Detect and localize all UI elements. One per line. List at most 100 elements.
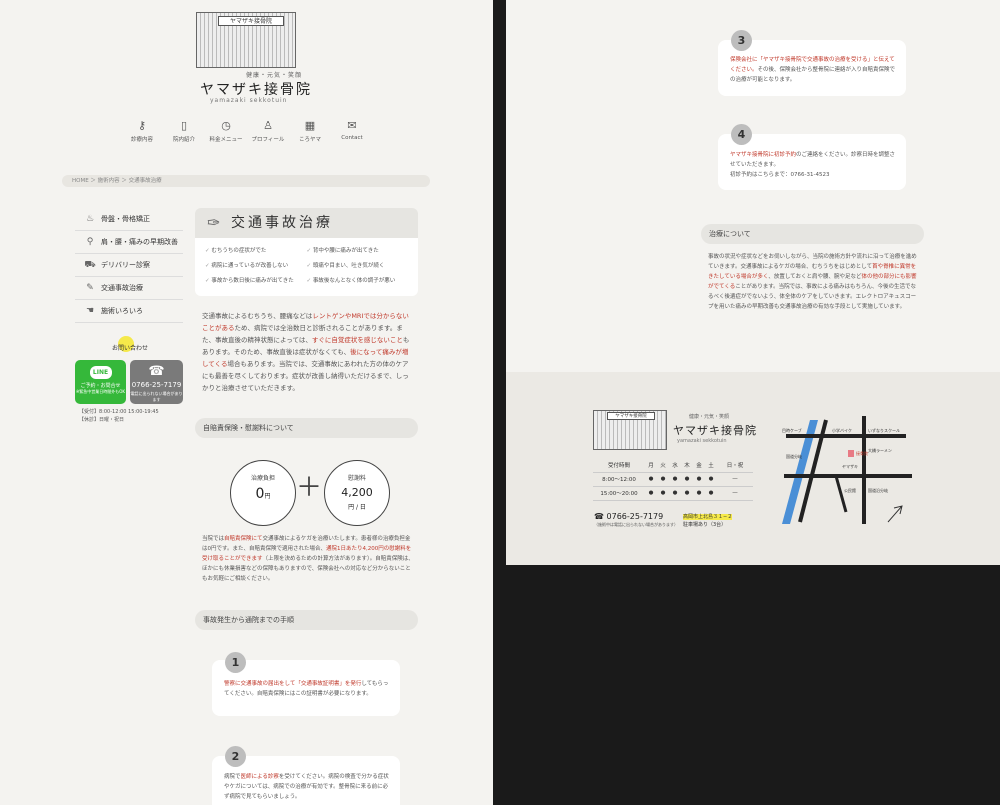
sidebar-item-various[interactable]: ☚ 施術いろいろ xyxy=(75,300,183,323)
logo-tagline: 健康・元気・笑顔 xyxy=(246,72,303,79)
global-nav: ⚷ 診療内容 ▯ 院内紹介 ◷ 料金メニュー ♙ プロフィール ▦ ころヤマ ✉ Conta… xyxy=(122,120,372,146)
nav-label: 院内紹介 xyxy=(172,137,195,143)
schedule-header: 日・祝 xyxy=(717,458,753,473)
intro-text: 交通事故によるむちうち、腰痛などは xyxy=(202,312,313,320)
nav-label: ころヤマ xyxy=(298,137,321,143)
map-label: 公民館 xyxy=(844,487,856,493)
nav-item-services[interactable]: ⚷ 診療内容 xyxy=(122,120,162,146)
left-page-panel: ヤマザキ接骨院 健康・元気・笑顔 ヤマザキ接骨院 yamazaki sekkot… xyxy=(0,0,493,805)
footer-logo[interactable]: ヤマザキ接骨院 健康・元気・笑顔 ヤマザキ接骨院 yamazaki sekkot… xyxy=(593,410,756,450)
sidebar-item-label: 肩・腰・痛みの早期改善 xyxy=(101,238,178,246)
nav-item-contact[interactable]: ✉ Contact xyxy=(332,120,372,146)
schedule-cell: ● xyxy=(681,486,693,501)
site-logo[interactable]: ヤマザキ接骨院 健康・元気・笑顔 ヤマザキ接骨院 yamazaki sekkot… xyxy=(196,12,316,104)
panel-gutter xyxy=(493,0,506,805)
footer-tagline: 健康・元気・笑顔 xyxy=(689,414,730,420)
pen-icon: ✎ xyxy=(86,283,94,293)
care-text: ことがあります。当院では、事故による痛みはもちろん、今後の生活でなるべく後遺症が… xyxy=(708,284,917,310)
phone-icon: ☎ xyxy=(148,364,165,379)
symptom-item: 頭痛や目まい、吐き気が続く xyxy=(307,261,409,273)
footer-logo-sign: ヤマザキ接骨院 xyxy=(607,412,655,420)
intro-highlight: すぐに自覚症状を感じないこと xyxy=(311,336,403,344)
circle-label: 慰謝料 xyxy=(347,475,366,482)
schedule-header: 月 xyxy=(645,458,657,473)
sidebar-item-pelvis[interactable]: ♨ 骨盤・骨格矯正 xyxy=(75,208,183,231)
circle-number: 4,200 xyxy=(341,486,373,499)
schedule-header: 木 xyxy=(681,458,693,473)
nav-label: Contact xyxy=(341,135,363,141)
map-label: 国道沿分岐 xyxy=(868,487,888,493)
page-title-text: 交通事故治療 xyxy=(231,215,333,231)
map-label: ヤマザキ xyxy=(842,463,858,469)
care-paragraph: 事故の状況や症状などをお伺いしながら、当院の施術方針や流れに沿って治療を進めてい… xyxy=(708,252,920,312)
step-text-3: 保険会社に「ヤマザキ接骨院で交通事故の治療を受ける」と伝えてください。その後、保… xyxy=(730,55,898,85)
nav-item-blog[interactable]: ▦ ころヤマ xyxy=(290,120,330,146)
line-logo: LINE xyxy=(89,366,112,379)
circle-unit: 円 xyxy=(264,493,271,500)
nav-label: 診療内容 xyxy=(130,137,153,143)
schedule-cell: ● xyxy=(657,486,669,501)
step-tel: 初診予約はこちらまで：0766-31-4523 xyxy=(730,172,830,178)
parking-text: 駐車場あり（3台） xyxy=(683,522,727,528)
step-number-2: 2 xyxy=(225,746,246,767)
sidebar-item-label: 骨盤・骨格矯正 xyxy=(101,215,150,223)
symptom-item: 事故から数日後に痛みが出てきた xyxy=(205,276,307,288)
schedule-cell: ● xyxy=(705,486,717,501)
schedule-cell: ● xyxy=(657,472,669,487)
page: ヤマザキ接骨院 健康・元気・笑顔 ヤマザキ接骨院 yamazaki sekkot… xyxy=(0,0,1000,805)
page-title: ✑ 交通事故治療 xyxy=(195,208,418,238)
symptom-item: むちうちの症状がでた xyxy=(205,246,307,258)
footer-phone[interactable]: ☎ 0766-25-7179 xyxy=(594,512,663,521)
sidebar-item-label: 施術いろいろ xyxy=(101,307,143,315)
map-label: 小学バイク xyxy=(832,427,852,433)
search-icon: ⚲ xyxy=(86,237,94,247)
plus-icon: ＋ xyxy=(296,473,323,503)
insurance-paragraph: 当院では自賠責保険にて交通事故によるケガを治療いたします。患者様の治療負担金は0… xyxy=(202,534,414,584)
footer-clinic-name: ヤマザキ接骨院 xyxy=(673,424,757,437)
schedule-header: 受付時間 xyxy=(593,458,645,473)
steps-section-heading: 事故発生から通院までの手順 xyxy=(195,610,418,630)
schedule-header-row: 受付時間 月 火 水 木 金 土 日・祝 xyxy=(593,458,753,473)
step-text-4: ヤマザキ接骨院に初診予約のご連絡をください。診察日時を調整させていただきます。 … xyxy=(730,150,898,180)
step-number-4: 4 xyxy=(731,124,752,145)
care-text: 、放置しておくと肩や腰、腕や足など xyxy=(768,274,862,280)
schedule-cell: ● xyxy=(645,472,657,487)
schedule-cell: ● xyxy=(681,472,693,487)
logo-clinic-name: ヤマザキ接骨院 xyxy=(200,82,312,98)
step-text-2: 病院で医師による診察を受けてください。病院の検査で分かる症状やケガについては、病… xyxy=(224,772,392,802)
line-contact-button[interactable]: LINE ご予約・お問合せ ※緊急中営業日時間外もOK xyxy=(75,360,126,404)
breadcrumb[interactable]: HOME ＞ 施術内容 ＞ 交通事故治療 xyxy=(62,175,430,187)
hand-icon: ☚ xyxy=(85,306,95,316)
nav-item-price[interactable]: ◷ 料金メニュー xyxy=(206,120,246,146)
line-button-sub: ※緊急中営業日時間外もOK xyxy=(75,389,126,394)
schedule-cell: ● xyxy=(693,472,705,487)
schedule-cell: ● xyxy=(693,486,705,501)
symptom-item: 背中や腰に痛みが出てきた xyxy=(307,246,409,258)
schedule-header: 土 xyxy=(705,458,717,473)
schedule-header: 火 xyxy=(657,458,669,473)
qr-icon: ▦ xyxy=(304,119,316,132)
door-icon: ▯ xyxy=(180,119,188,132)
map-label: 目時ケーブ xyxy=(782,427,802,433)
sidebar-menu: ♨ 骨盤・骨格矯正 ⚲ 肩・腰・痛みの早期改善 ⛟ デリバリー診察 ✎ 交通事故治療 ☚… xyxy=(75,208,183,323)
access-map[interactable]: 目時ケーブ 小学バイク いずなりスクール 国道分岐 大橋ラーメン ヤマザキ 接骨… xyxy=(776,412,916,532)
schedule-cell: ● xyxy=(645,486,657,501)
nav-item-profile[interactable]: ♙ プロフィール xyxy=(248,120,288,146)
sidebar-item-accident[interactable]: ✎ 交通事故治療 xyxy=(75,277,183,300)
sidebar-item-delivery[interactable]: ⛟ デリバリー診察 xyxy=(75,254,183,277)
schedule-cell: ● xyxy=(705,472,717,487)
circle-value: 0円 xyxy=(231,486,295,502)
circle-label: 治療負担 xyxy=(250,475,275,482)
schedule-cell: — xyxy=(717,486,753,501)
right-page-panel: 3 保険会社に「ヤマザキ接骨院で交通事故の治療を受ける」と伝えてください。その後… xyxy=(506,0,1000,565)
logo-sign: ヤマザキ接骨院 xyxy=(218,16,284,26)
footer-phone-note: （施術中は電話に出られない場合があります） xyxy=(594,522,678,527)
footer-romaji: yamazaki sekkotuin xyxy=(677,438,727,444)
phone-contact-button[interactable]: ☎ 0766-25-7179 電話に出られない場合があります xyxy=(130,360,183,404)
footer-address: 高岡市上北島３１−２ 駐車場あり（3台） xyxy=(683,513,733,529)
symptom-checklist: むちうちの症状がでた 背中や腰に痛みが出てきた 病院に通っているが改善しない 頭… xyxy=(195,238,418,296)
nav-item-clinic[interactable]: ▯ 院内紹介 xyxy=(164,120,204,146)
step-highlight: ヤマザキ接骨院に初診予約 xyxy=(730,152,797,158)
sidebar-item-pain[interactable]: ⚲ 肩・腰・痛みの早期改善 xyxy=(75,231,183,254)
schedule-cell: 8:00〜12:00 xyxy=(593,472,645,487)
